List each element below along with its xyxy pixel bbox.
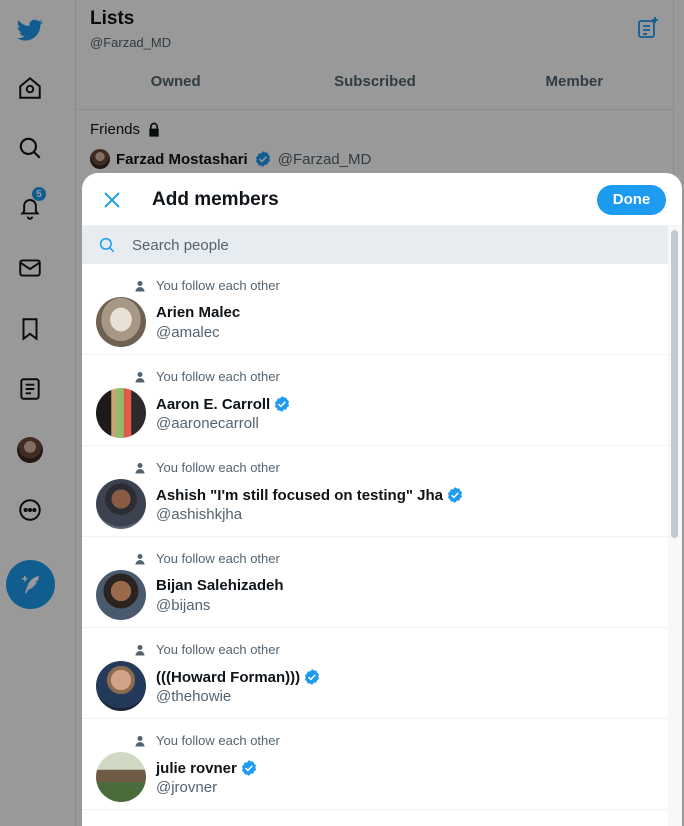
person-icon — [135, 735, 145, 746]
social-context: You follow each other — [134, 460, 280, 475]
verified-badge-icon — [241, 760, 256, 776]
social-context-text: You follow each other — [156, 460, 280, 475]
verified-badge-icon — [305, 669, 320, 685]
people-list: You follow each other Arien Malec @amale… — [82, 264, 668, 810]
social-context-text: You follow each other — [156, 278, 280, 293]
done-button[interactable]: Done — [597, 185, 666, 215]
avatar[interactable] — [96, 661, 146, 711]
person-handle: @jrovner — [156, 779, 218, 796]
close-icon — [104, 192, 120, 208]
social-context: You follow each other — [134, 551, 280, 566]
dialog-title: Add members — [152, 189, 279, 210]
social-context: You follow each other — [134, 278, 280, 293]
person-row[interactable]: You follow each other Aaron E. Carroll @… — [82, 355, 668, 446]
person-name: julie rovner — [156, 759, 258, 777]
person-name: Ashish "I'm still focused on testing" Jh… — [156, 486, 464, 504]
person-row[interactable]: You follow each other julie rovner @jrov… — [82, 719, 668, 810]
close-button[interactable] — [98, 186, 126, 214]
social-context-text: You follow each other — [156, 642, 280, 657]
search-icon — [99, 237, 115, 253]
person-icon — [135, 280, 145, 291]
person-name-text: Ashish "I'm still focused on testing" Jh… — [156, 486, 443, 504]
person-name: Aaron E. Carroll — [156, 395, 291, 413]
person-name-text: julie rovner — [156, 759, 237, 777]
search-people-input[interactable] — [132, 236, 632, 254]
social-context-text: You follow each other — [156, 369, 280, 384]
person-row[interactable]: You follow each other Bijan Salehizadeh … — [82, 537, 668, 628]
search-people-bar — [82, 226, 668, 264]
person-icon — [135, 371, 145, 382]
avatar[interactable] — [96, 297, 146, 347]
person-name-text: (((Howard Forman))) — [156, 668, 301, 686]
person-icon — [135, 462, 145, 473]
social-context-text: You follow each other — [156, 733, 280, 748]
person-row[interactable]: You follow each other (((Howard Forman))… — [82, 628, 668, 719]
person-name-text: Aaron E. Carroll — [156, 395, 271, 413]
social-context: You follow each other — [134, 733, 280, 748]
dialog-header: Add members Done — [82, 173, 682, 226]
person-handle: @aaronecarroll — [156, 415, 259, 432]
verified-badge-icon — [447, 487, 463, 503]
social-context-text: You follow each other — [156, 551, 280, 566]
social-context: You follow each other — [134, 369, 280, 384]
person-name: Arien Malec — [156, 304, 240, 321]
person-icon — [135, 553, 145, 564]
person-handle: @thehowie — [156, 688, 232, 705]
person-name: Bijan Salehizadeh — [156, 577, 284, 594]
avatar[interactable] — [96, 479, 146, 529]
verified-badge-icon — [275, 396, 290, 412]
person-handle: @bijans — [156, 597, 211, 614]
add-members-dialog: Add members Done You follow each other A… — [82, 173, 682, 826]
person-row[interactable]: You follow each other Arien Malec @amale… — [82, 264, 668, 355]
social-context: You follow each other — [134, 642, 280, 657]
scrollbar-thumb[interactable] — [671, 230, 678, 538]
person-name-text: Arien Malec — [156, 304, 241, 321]
person-name-text: Bijan Salehizadeh — [156, 577, 284, 594]
person-row[interactable]: You follow each other Ashish "I'm still … — [82, 446, 668, 537]
person-handle: @ashishkjha — [156, 506, 243, 523]
avatar[interactable] — [96, 388, 146, 438]
avatar[interactable] — [96, 570, 146, 620]
person-name: (((Howard Forman))) — [156, 668, 321, 686]
person-handle: @amalec — [156, 324, 220, 341]
avatar[interactable] — [96, 752, 146, 802]
person-icon — [135, 644, 145, 655]
